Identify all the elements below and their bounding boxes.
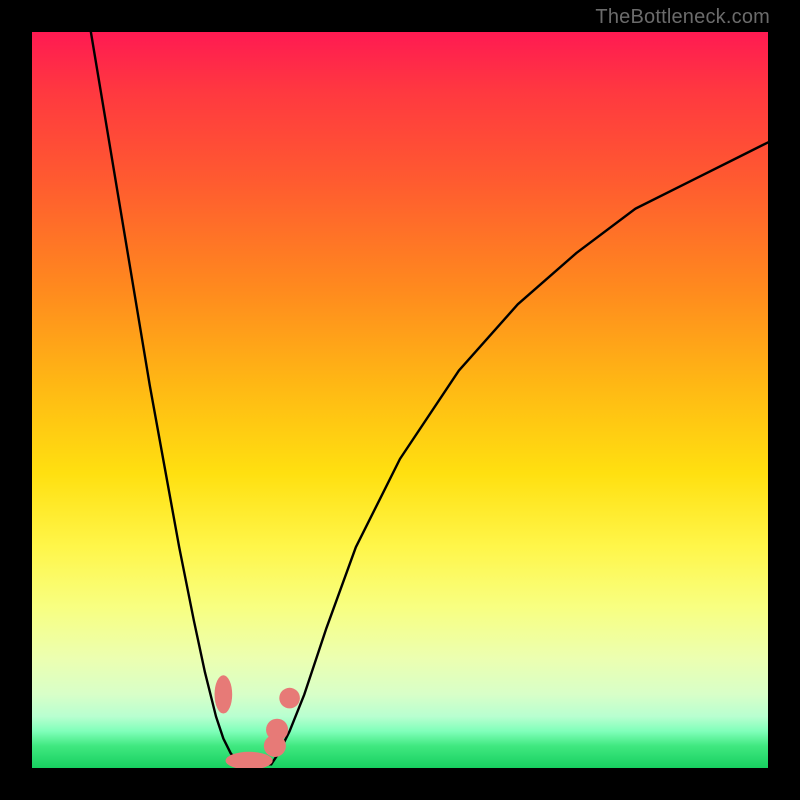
watermark-text: TheBottleneck.com xyxy=(595,6,770,29)
marker-group xyxy=(215,675,300,768)
curve-layer xyxy=(32,32,768,768)
curve-right-branch xyxy=(271,142,768,764)
data-marker-0 xyxy=(215,675,233,713)
chart-frame: TheBottleneck.com xyxy=(0,0,800,800)
curve-left-branch xyxy=(91,32,240,764)
curve-series-group xyxy=(91,32,768,764)
data-marker-3 xyxy=(264,735,286,757)
data-marker-1 xyxy=(279,688,300,709)
plot-area xyxy=(32,32,768,768)
